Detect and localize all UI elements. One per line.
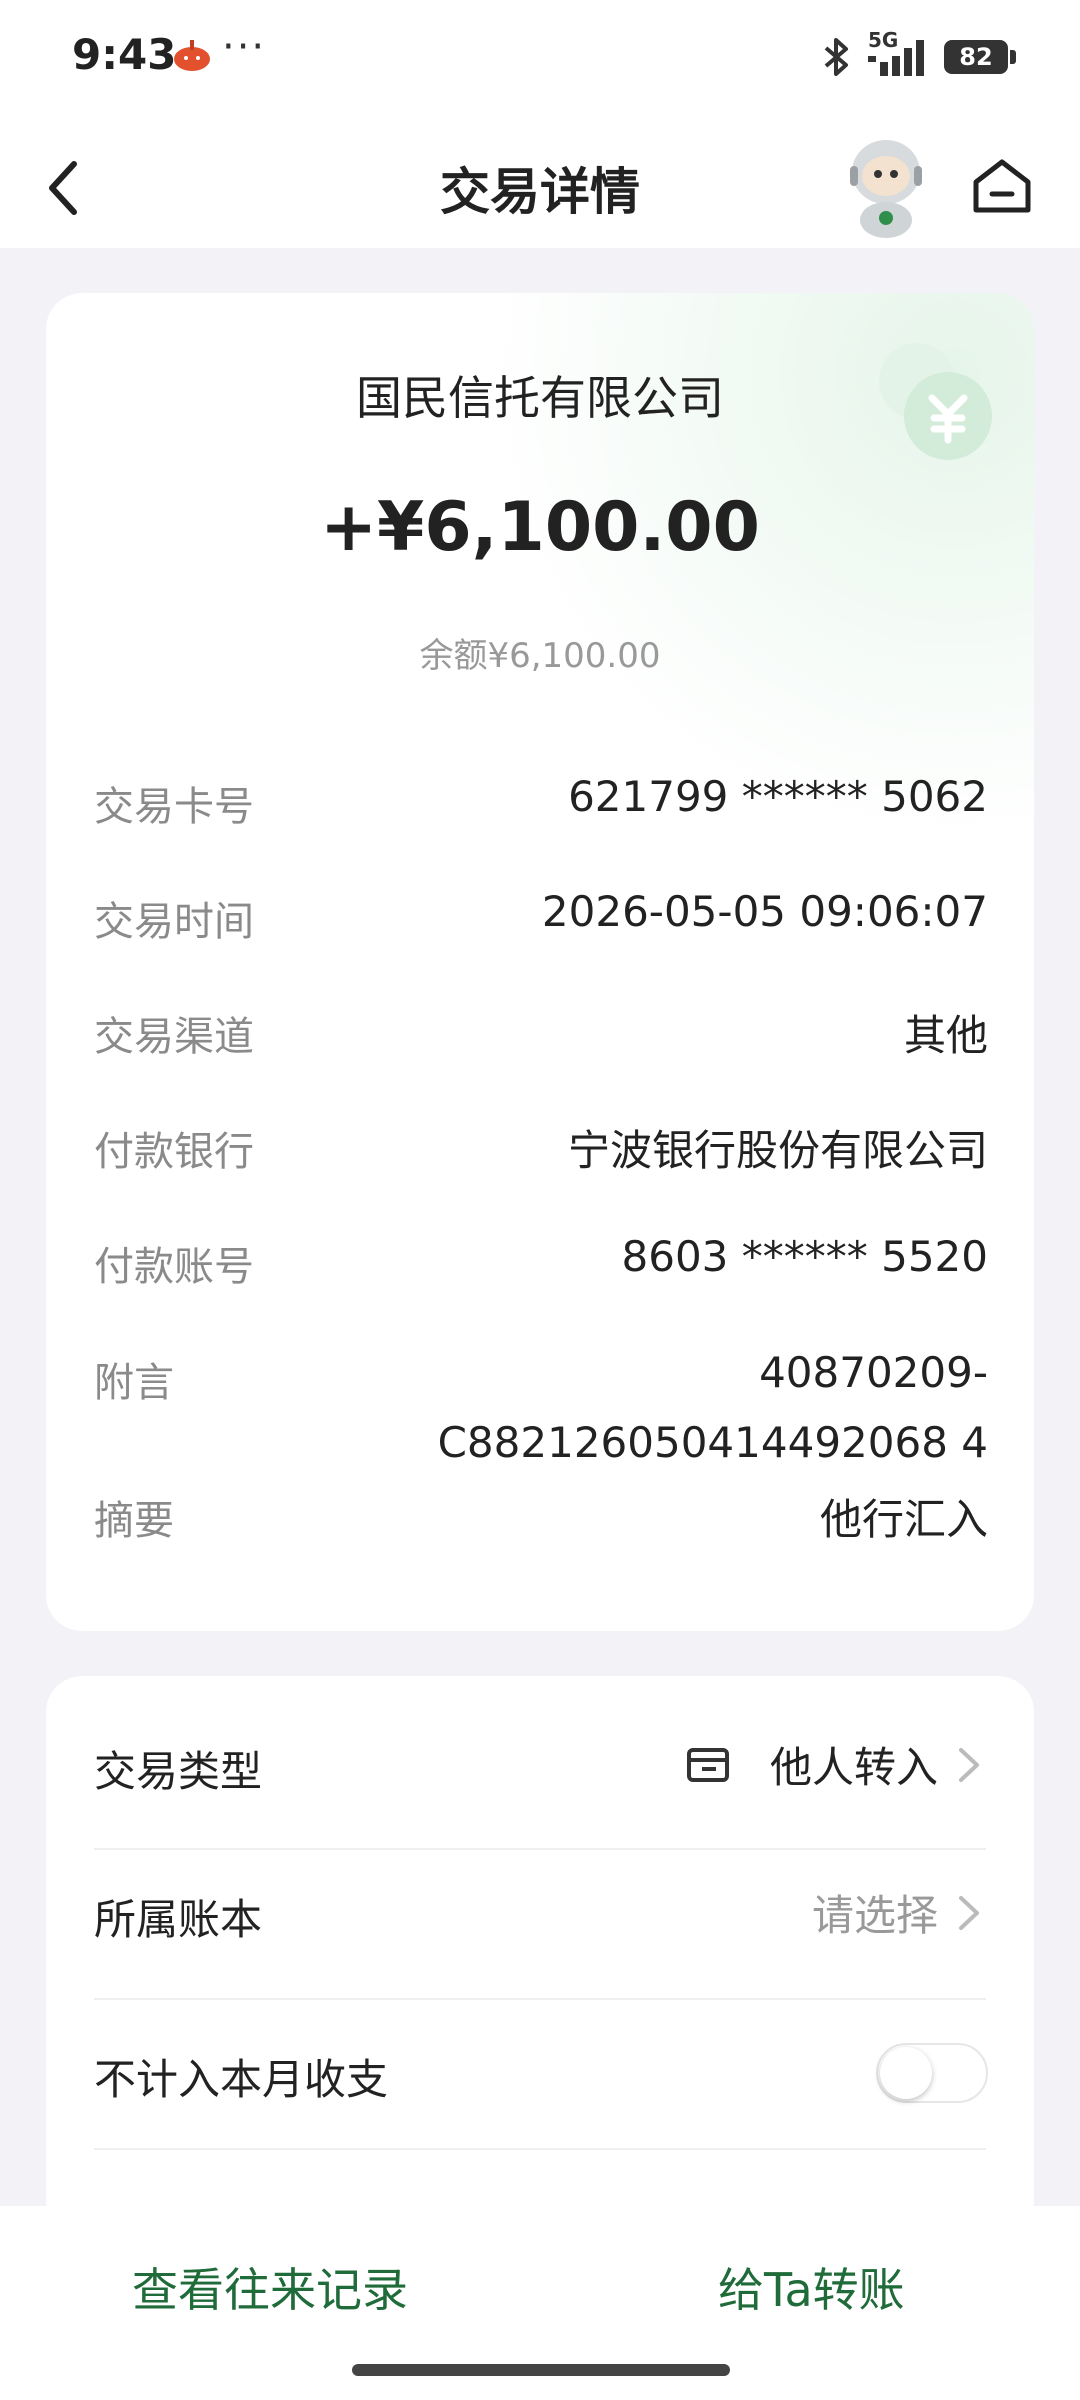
summary-value: 他行汇入 [819, 1495, 988, 1544]
ledger-row[interactable]: 所属账本 请选择 [46, 1850, 1034, 1998]
channel-value: 其他 [903, 1011, 988, 1060]
time-value: 2026-05-05 09:06:07 [541, 887, 988, 936]
home-indicator[interactable] [352, 2364, 730, 2376]
more-notifications-icon: ··· [222, 24, 267, 70]
exclude-monthly-label: 不计入本月收支 [94, 2055, 389, 2104]
battery-level: 82 [959, 43, 993, 71]
transaction-type-label: 交易类型 [94, 1747, 263, 1796]
card-number-label: 交易卡号 [94, 784, 254, 830]
ledger-value-group: 请选择 [812, 1882, 982, 1943]
chevron-right-icon [959, 1747, 979, 1782]
divider [94, 2148, 986, 2150]
home-icon[interactable] [970, 154, 1034, 218]
toggle-knob [880, 2047, 932, 2099]
settings-card: 交易类型 他人转入 所属账本 请选择 不计入本月收支 [46, 1676, 1034, 2236]
app-notification-icon [174, 40, 210, 71]
counterparty-name: 国民信托有限公司 [356, 371, 724, 425]
exclude-monthly-toggle[interactable] [876, 2043, 988, 2103]
transaction-type-value: 他人转入 [769, 1743, 938, 1792]
transaction-type-row[interactable]: 交易类型 他人转入 [46, 1676, 1034, 1846]
chevron-right-icon [959, 1895, 979, 1930]
payer-account-value: 8603 ****** 5520 [621, 1232, 988, 1281]
assistant-robot-icon[interactable] [836, 132, 936, 242]
balance-after: 余额¥6,100.00 [419, 636, 661, 676]
divider [94, 1998, 986, 2000]
memo-value-line1: 40870209- [759, 1348, 988, 1397]
memo-label: 附言 [94, 1360, 174, 1406]
card-number-value: 621799 ****** 5062 [568, 772, 988, 821]
signal-icon: 5G [868, 28, 932, 78]
battery-icon: 82 [944, 40, 1016, 74]
view-history-button[interactable]: 查看往来记录 [132, 2254, 408, 2320]
memo-value-line2: C882126050414492068 4 [437, 1418, 988, 1467]
ledger-value: 请选择 [811, 1891, 938, 1940]
summary-label: 摘要 [94, 1498, 174, 1544]
payer-bank-label: 付款银行 [94, 1129, 254, 1175]
back-arrow-icon[interactable] [44, 158, 84, 218]
channel-label: 交易渠道 [94, 1014, 254, 1060]
ledger-label: 所属账本 [94, 1895, 263, 1944]
transaction-type-value-group: 他人转入 [686, 1734, 982, 1795]
transfer-to-them-button[interactable]: 给Ta转账 [718, 2254, 905, 2320]
status-bar: 9:43 ··· 5G 82 [0, 0, 1080, 120]
payer-bank-value: 宁波银行股份有限公司 [567, 1126, 988, 1175]
status-right: 5G 82 [818, 28, 1016, 78]
bluetooth-icon [824, 38, 848, 76]
nav-bar: 交易详情 [0, 120, 1080, 248]
payer-account-label: 付款账号 [94, 1244, 254, 1290]
transfer-card-icon [686, 1747, 729, 1782]
time-label: 交易时间 [94, 899, 254, 945]
transaction-amount: +¥6,100.00 [320, 488, 760, 567]
status-time: 9:43 [72, 30, 177, 79]
